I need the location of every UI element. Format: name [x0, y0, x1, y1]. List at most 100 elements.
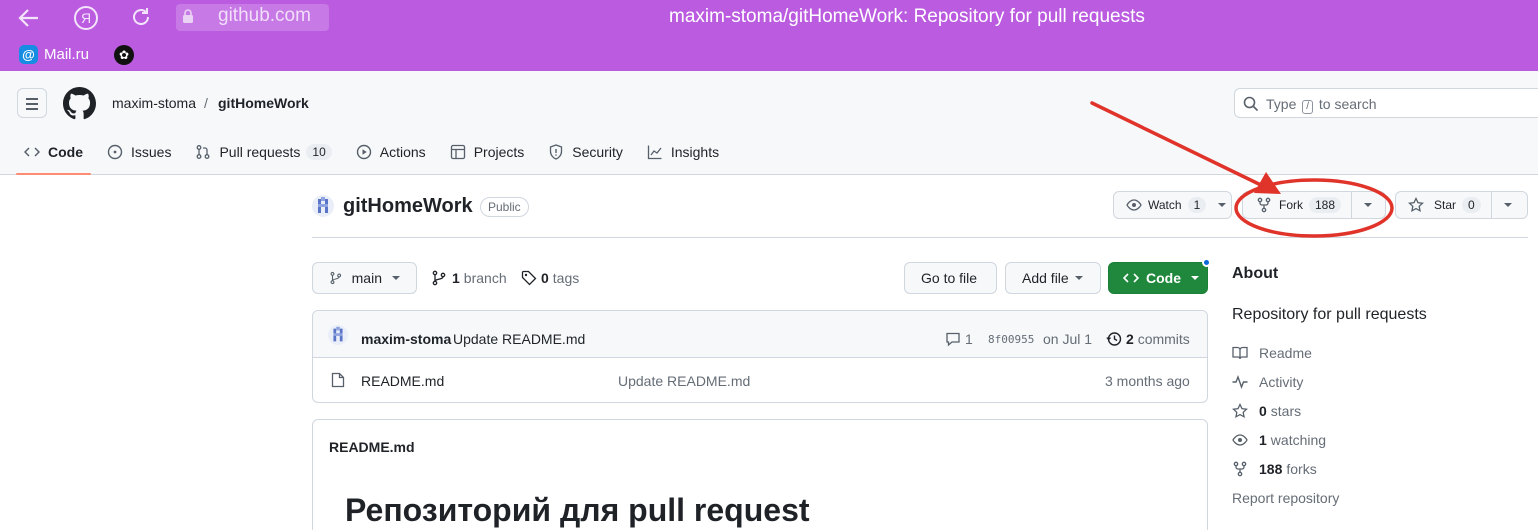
reload-icon[interactable]: [130, 6, 152, 28]
add-file-button[interactable]: Add file: [1005, 262, 1101, 294]
commit-author-avatar[interactable]: [328, 325, 348, 345]
visibility-badge: Public: [480, 197, 529, 217]
pull-request-icon: [197, 145, 210, 159]
repo-owner-avatar[interactable]: [312, 195, 334, 217]
graph-icon: [647, 145, 662, 160]
stars-link[interactable]: 0 stars: [1232, 403, 1301, 419]
menu-button[interactable]: [17, 88, 47, 118]
file-commit-message[interactable]: Update README.md: [618, 373, 750, 389]
file-row[interactable]: README.md Update README.md 3 months ago: [313, 358, 1207, 402]
watching-link[interactable]: 1 watching: [1232, 432, 1326, 448]
repo-name[interactable]: gitHomeWork: [343, 195, 473, 218]
tab-actions[interactable]: Actions: [348, 132, 434, 172]
star-icon: [1232, 403, 1248, 419]
back-arrow-icon[interactable]: [18, 8, 40, 28]
fork-dropdown[interactable]: [1352, 192, 1384, 218]
pulse-icon: [1232, 375, 1248, 389]
commit-author[interactable]: maxim-stoma: [361, 331, 451, 347]
shield-icon: [550, 144, 563, 160]
bookmark-openai[interactable]: ✿: [114, 45, 134, 65]
file-age: 3 months ago: [1105, 373, 1190, 389]
eye-icon: [1126, 199, 1142, 211]
report-repository-link[interactable]: Report repository: [1232, 490, 1339, 506]
search-input[interactable]: Type / to search: [1234, 88, 1538, 118]
file-name[interactable]: README.md: [361, 373, 444, 389]
history-icon: [1106, 332, 1122, 346]
search-icon: [1243, 96, 1259, 112]
star-icon: [1408, 197, 1424, 213]
tab-security[interactable]: Security: [540, 132, 631, 172]
repo-tabs: Code Issues Pull requests 10 Actions Pro…: [16, 132, 735, 175]
comment-count[interactable]: 1: [965, 331, 973, 347]
fork-icon: [1233, 461, 1247, 477]
about-description: Repository for pull requests: [1232, 306, 1427, 323]
bookmark-label: Mail.ru: [44, 46, 90, 63]
about-heading: About: [1232, 265, 1279, 282]
search-placeholder: Type / to search: [1266, 96, 1377, 114]
page-title: maxim-stoma/gitHomeWork: Repository for …: [669, 6, 1145, 27]
branch-icon: [432, 270, 446, 286]
forks-link[interactable]: 188 forks: [1232, 461, 1317, 477]
star-count: 0: [1462, 197, 1481, 213]
branch-select[interactable]: main: [312, 262, 417, 294]
tab-insights[interactable]: Insights: [639, 132, 727, 172]
browser-toolbar: Я github.com maxim-stoma/gitHomeWork: Re…: [0, 0, 1538, 71]
chevron-down-icon: [1218, 203, 1227, 207]
chevron-down-icon: [1364, 203, 1373, 207]
star-button[interactable]: Star 0: [1395, 191, 1528, 219]
star-dropdown[interactable]: [1492, 192, 1524, 218]
bookmark-mailru[interactable]: @ Mail.ru: [19, 45, 89, 64]
url-text[interactable]: github.com: [218, 5, 311, 27]
file-list: maxim-stoma Update README.md 1 8f00955 o…: [312, 310, 1208, 403]
comment-icon[interactable]: [945, 331, 961, 347]
tab-issues[interactable]: Issues: [99, 132, 179, 172]
book-icon: [1232, 346, 1248, 360]
fork-icon: [1257, 197, 1271, 213]
code-icon: [1123, 273, 1139, 283]
commits-link[interactable]: 2 commits: [1126, 331, 1190, 347]
github-header: maxim-stoma / gitHomeWork Type / to sear…: [0, 71, 1538, 175]
readme-heading: Репозиторий для pull request: [345, 492, 810, 528]
mailru-icon: @: [19, 45, 38, 64]
tab-code[interactable]: Code: [16, 132, 91, 175]
breadcrumb-repo[interactable]: gitHomeWork: [218, 95, 309, 111]
breadcrumb-separator: /: [204, 95, 208, 111]
watch-button[interactable]: Watch 1: [1113, 191, 1232, 219]
branches-link[interactable]: 1 branch: [432, 270, 507, 286]
code-icon: [24, 147, 40, 157]
eye-icon: [1232, 434, 1248, 446]
chevron-down-icon: [1074, 276, 1083, 280]
notification-dot: [1202, 258, 1211, 267]
tab-pull-requests[interactable]: Pull requests 10: [187, 132, 339, 172]
tags-link[interactable]: 0 tags: [521, 270, 579, 286]
breadcrumb-owner[interactable]: maxim-stoma: [112, 95, 196, 111]
fork-button[interactable]: Fork 188: [1242, 191, 1386, 219]
issue-icon: [107, 144, 123, 160]
table-icon: [450, 144, 465, 160]
readme-filename[interactable]: README.md: [329, 439, 415, 455]
chevron-down-icon: [1503, 203, 1512, 207]
commit-date: on Jul 1: [1043, 331, 1093, 347]
watch-count: 1: [1187, 197, 1207, 213]
lock-icon: [183, 9, 193, 23]
pull-requests-count: 10: [306, 144, 332, 160]
chevron-down-icon: [1191, 276, 1199, 280]
commit-message[interactable]: Update README.md: [453, 331, 585, 347]
play-icon: [356, 144, 371, 160]
openai-icon: ✿: [114, 45, 134, 65]
readme-link[interactable]: Readme: [1232, 345, 1312, 361]
commit-sha[interactable]: 8f00955: [988, 333, 1034, 346]
fork-count: 188: [1309, 197, 1342, 213]
latest-commit-row: maxim-stoma Update README.md 1 8f00955 o…: [313, 311, 1207, 358]
chevron-down-icon: [392, 276, 400, 280]
readme-panel: README.md Репозиторий для pull request: [312, 419, 1208, 530]
github-logo-icon[interactable]: [63, 87, 96, 120]
branch-icon: [330, 271, 342, 285]
activity-link[interactable]: Activity: [1232, 374, 1303, 390]
tab-projects[interactable]: Projects: [442, 132, 533, 172]
tag-icon: [521, 270, 537, 286]
code-button[interactable]: Code: [1108, 262, 1208, 294]
file-icon: [331, 372, 345, 388]
yandex-icon[interactable]: Я: [74, 6, 98, 30]
go-to-file-button[interactable]: Go to file: [904, 262, 997, 294]
